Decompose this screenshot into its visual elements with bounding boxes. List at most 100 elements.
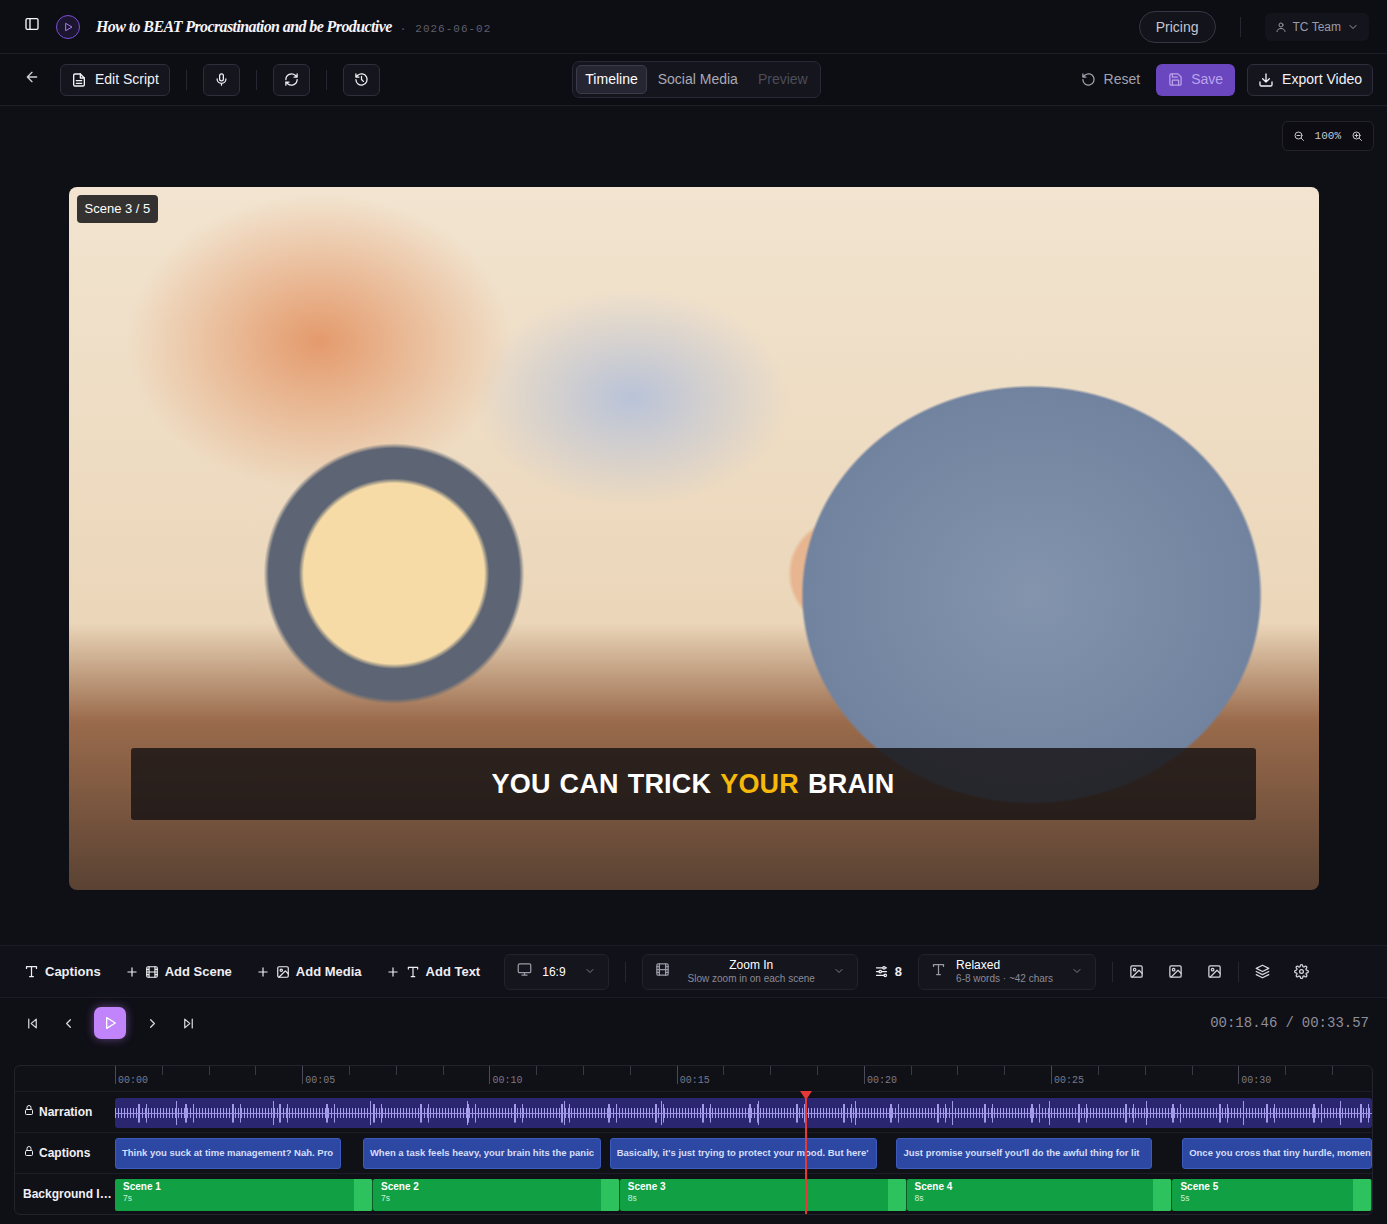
play-icon — [102, 1015, 118, 1031]
caption-style-subtitle: 6-8 words · ~42 chars — [956, 972, 1053, 985]
background-track: Scene 17sScene 27sScene 38sScene 48sScen… — [115, 1174, 1372, 1214]
scene-count-control[interactable]: 8 — [874, 962, 902, 982]
toolbar-divider — [186, 70, 187, 90]
caption-overlay[interactable]: YOUCANTRICKYOURBRAIN — [131, 748, 1256, 820]
lock-icon — [23, 1145, 35, 1157]
pricing-button[interactable]: Pricing — [1139, 11, 1216, 43]
scene-clip-label: Scene 2 — [381, 1181, 611, 1193]
caption-clip[interactable]: Basically, it's just trying to protect y… — [610, 1138, 878, 1169]
zoom-in-icon[interactable] — [1351, 130, 1363, 142]
scene-count: 8 — [895, 962, 902, 982]
image-icon — [276, 965, 290, 979]
caption-clip[interactable]: When a task feels heavy, your brain hits… — [363, 1138, 601, 1169]
time-separator: / — [1285, 1013, 1293, 1034]
playhead-handle[interactable] — [800, 1091, 812, 1100]
tick-label: 00:30 — [1241, 1073, 1271, 1088]
scene-clip[interactable]: Scene 17s — [115, 1179, 373, 1211]
chevron-down-icon — [584, 965, 596, 977]
minor-tick — [1145, 1066, 1146, 1075]
export-video-button[interactable]: Export Video — [1247, 64, 1373, 96]
view-tab[interactable]: Social Media — [649, 65, 747, 94]
regenerate-button[interactable] — [273, 64, 310, 96]
reset-button[interactable]: Reset — [1073, 69, 1149, 90]
image-icon[interactable] — [1129, 964, 1144, 979]
caption-clip-body: Once you cross that tiny hurdle, momen — [1189, 1146, 1365, 1160]
account-menu[interactable]: TC Team — [1265, 13, 1369, 41]
record-button[interactable] — [203, 64, 240, 96]
scene-preview-image[interactable]: Scene 3 / 5 YOUCANTRICKYOURBRAIN — [69, 187, 1319, 890]
scene-clip[interactable]: Scene 27s — [373, 1179, 620, 1211]
toolbar-divider — [256, 70, 257, 90]
track-name: Narration — [39, 1103, 92, 1121]
caption-clip-text: Basically, it's just trying to protect y… — [617, 1146, 869, 1160]
zoom-out-icon[interactable] — [1293, 130, 1305, 142]
view-tab-label: Timeline — [585, 71, 637, 87]
caption-clip-body: When a task feels heavy, your brain hits… — [370, 1146, 594, 1160]
view-tab-label: Social Media — [658, 71, 738, 87]
minor-tick — [911, 1066, 912, 1075]
time-ruler[interactable]: 00:0000:0500:1000:1500:2000:2500:30 — [115, 1066, 1372, 1091]
captions-button[interactable]: Captions — [24, 962, 101, 982]
track-name: Background I… — [23, 1185, 112, 1203]
add-scene-button[interactable]: Add Scene — [125, 962, 232, 982]
scene-clip[interactable]: Scene 38s — [620, 1179, 907, 1211]
caption-clip[interactable]: Think you suck at time management? Nah. … — [115, 1138, 341, 1169]
caption-clip-text: Once you cross that tiny hurdle, momen — [1189, 1146, 1371, 1160]
scene-clip-duration: 7s — [381, 1193, 611, 1204]
scene-badge: Scene 3 / 5 — [77, 195, 159, 223]
caption-clip[interactable]: Just promise yourself you'll do the awfu… — [896, 1138, 1152, 1169]
plus-icon — [125, 965, 139, 979]
playhead[interactable] — [805, 1091, 807, 1214]
reset-icon — [1081, 72, 1096, 87]
tick-label: 00:25 — [1054, 1073, 1084, 1088]
caption-clip-text: Think you suck at time management? Nah. … — [122, 1146, 333, 1160]
minor-tick — [583, 1066, 584, 1075]
minor-tick — [723, 1066, 724, 1075]
edit-bar: Captions Add Scene Add Media Add Text 16:9 Zo… — [0, 945, 1387, 998]
next-frame-icon[interactable] — [145, 1016, 160, 1031]
caption-word: YOUR — [720, 764, 799, 805]
scene-clip-label: Scene 4 — [915, 1181, 1164, 1193]
caption-clip-body: Think you suck at time management? Nah. … — [122, 1146, 333, 1160]
tick-label: 00:05 — [305, 1073, 335, 1088]
plus-icon — [256, 965, 270, 979]
motion-dropdown[interactable]: Zoom InSlow zoom in on each scene — [642, 954, 858, 990]
time-display: 00:18.46/00:33.57 — [1210, 1013, 1369, 1034]
save-button[interactable]: Save — [1156, 64, 1235, 96]
lock-icon — [23, 1104, 35, 1116]
layers-icon[interactable] — [1255, 964, 1270, 979]
pricing-label: Pricing — [1156, 19, 1199, 35]
caption-word: BRAIN — [808, 764, 895, 805]
gear-icon[interactable] — [1294, 964, 1309, 979]
skip-to-end-icon[interactable] — [181, 1016, 196, 1031]
edit-script-button[interactable]: Edit Script — [60, 64, 170, 96]
track-label: Background I… — [15, 1174, 115, 1214]
image-icon[interactable] — [1168, 964, 1183, 979]
caption-style-dropdown[interactable]: Relaxed6-8 words · ~42 chars — [918, 954, 1096, 990]
scene-clip-body: Scene 48s — [915, 1181, 1164, 1204]
skip-to-start-icon[interactable] — [25, 1016, 40, 1031]
add-media-button[interactable]: Add Media — [256, 962, 362, 982]
aspect-ratio-dropdown[interactable]: 16:9 — [504, 954, 608, 990]
sidebar-toggle-icon[interactable] — [24, 16, 40, 32]
history-button[interactable] — [343, 64, 380, 96]
chevron-down-icon — [1071, 965, 1083, 977]
view-tab-label: Preview — [758, 71, 808, 87]
play-button[interactable] — [94, 1007, 126, 1039]
add-text-button[interactable]: Add Text — [386, 962, 481, 982]
scene-clip[interactable]: Scene 55s — [1172, 1179, 1372, 1211]
caption-word: TRICK — [628, 764, 712, 805]
motion-title: Zoom In — [729, 958, 773, 972]
app-logo[interactable] — [56, 15, 80, 39]
scene-clip-label: Scene 3 — [628, 1181, 898, 1193]
project-date: 2026-06-02 — [415, 21, 491, 38]
scene-clip[interactable]: Scene 48s — [907, 1179, 1173, 1211]
back-button[interactable] — [20, 64, 44, 96]
view-tab[interactable]: Timeline — [576, 65, 646, 94]
total-time: 00:33.57 — [1302, 1013, 1369, 1034]
edit-bar-divider — [1112, 962, 1113, 982]
caption-clip[interactable]: Once you cross that tiny hurdle, momen — [1182, 1138, 1372, 1169]
narration-waveform[interactable] — [115, 1098, 1372, 1128]
image-icon[interactable] — [1207, 964, 1222, 979]
previous-frame-icon[interactable] — [61, 1016, 76, 1031]
